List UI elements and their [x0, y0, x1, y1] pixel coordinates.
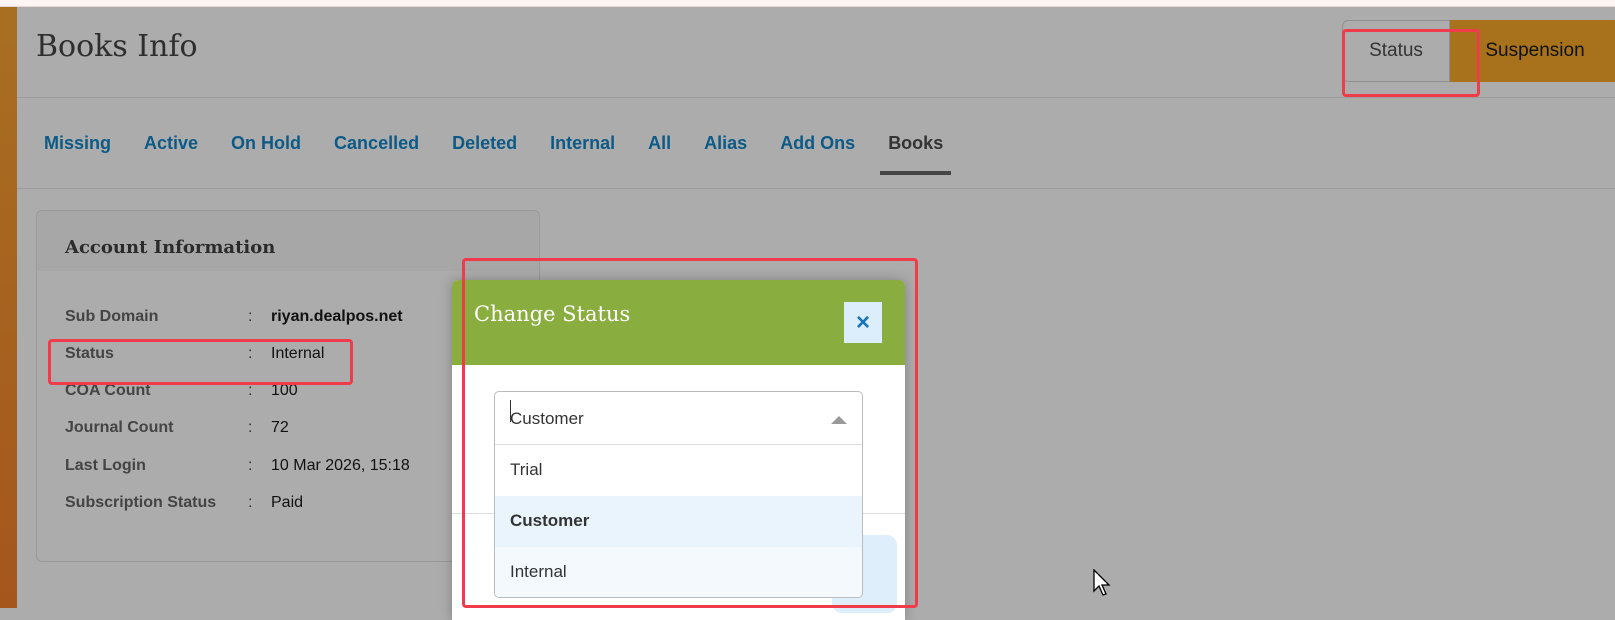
info-row: Journal Count: 72: [65, 419, 289, 437]
tab-cancelled[interactable]: Cancelled: [334, 98, 419, 189]
info-row: Subscription Status: Paid: [65, 494, 303, 512]
info-key: Last Login: [65, 457, 146, 474]
page-title: Books Info: [36, 29, 198, 64]
info-separator: :: [248, 419, 253, 436]
info-value: riyan.dealpos.net: [271, 308, 403, 325]
tab-missing[interactable]: Missing: [44, 98, 111, 189]
info-key: Subscription Status: [65, 494, 217, 511]
mouse-pointer-icon: [1093, 569, 1111, 596]
info-value: 72: [271, 419, 289, 436]
tab-add-ons[interactable]: Add Ons: [780, 98, 855, 189]
info-row: Last Login: 10 Mar 2026, 15:18: [65, 457, 410, 475]
info-key: Sub Domain: [65, 308, 159, 325]
tab-bar: Missing Active On Hold Cancelled Deleted…: [17, 98, 1615, 189]
tab-alias[interactable]: Alias: [704, 98, 747, 189]
highlight-modal: [462, 258, 918, 608]
top-strip: [0, 0, 1615, 7]
info-separator: :: [248, 494, 253, 511]
tab-on-hold[interactable]: On Hold: [231, 98, 301, 189]
info-row: Sub Domain: riyan.dealpos.net: [65, 308, 403, 326]
sidebar-edge: [0, 7, 17, 608]
tab-all[interactable]: All: [648, 98, 671, 189]
tab-active[interactable]: Active: [144, 98, 198, 189]
tab-books[interactable]: Books: [880, 98, 952, 189]
info-separator: :: [248, 457, 253, 474]
tab-internal[interactable]: Internal: [550, 98, 615, 189]
info-value: 10 Mar 2026, 15:18: [271, 457, 410, 474]
highlight-status-row: [48, 339, 353, 385]
highlight-status-button: [1342, 29, 1480, 97]
info-separator: :: [248, 308, 253, 325]
info-value: Paid: [271, 494, 304, 511]
info-key: Journal Count: [65, 419, 174, 436]
tab-deleted[interactable]: Deleted: [452, 98, 517, 189]
